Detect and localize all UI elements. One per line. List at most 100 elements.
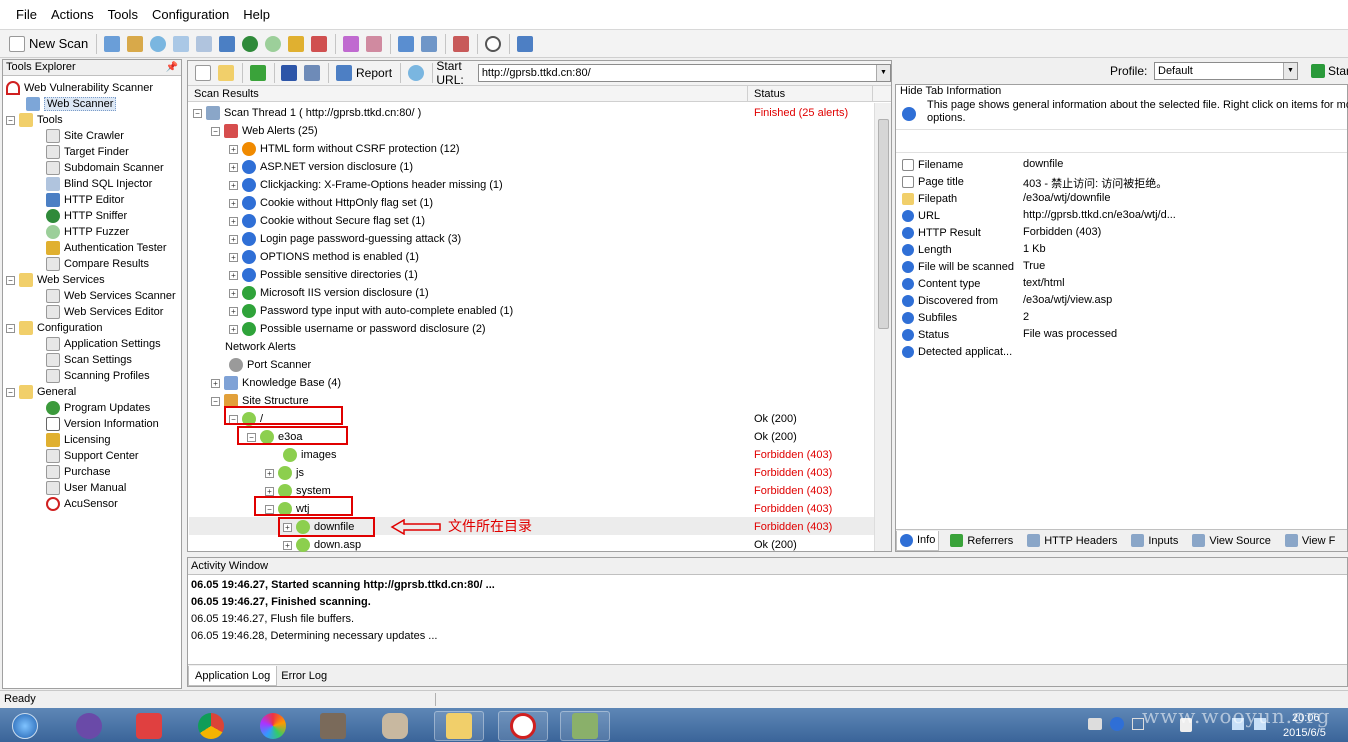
tab-application-log[interactable]: Application Log [188, 665, 278, 686]
tool-settings-button[interactable] [395, 33, 417, 55]
tree-item-licensing[interactable]: Licensing [46, 432, 110, 448]
expand-toggle[interactable]: + [265, 486, 274, 496]
alert-row[interactable]: + Possible username or password disclosur… [229, 321, 486, 337]
pin-icon[interactable]: 📌 [166, 60, 178, 75]
tree-item-user-manual[interactable]: User Manual [46, 480, 126, 496]
tool-profiles-button[interactable] [450, 33, 472, 55]
tool-sql-button[interactable] [193, 33, 215, 55]
help-tray-icon[interactable] [1110, 717, 1124, 731]
alert-row[interactable]: + ASP.NET version disclosure (1) [229, 159, 413, 175]
prop-content-type[interactable]: Content type [902, 275, 980, 292]
tool-editor-button[interactable] [216, 33, 238, 55]
expand-toggle[interactable]: + [229, 198, 238, 208]
expand-toggle[interactable]: + [229, 288, 238, 298]
tree-item-http-editor[interactable]: HTTP Editor [46, 192, 124, 208]
start-button[interactable] [4, 711, 46, 741]
alert-row[interactable]: + Microsoft IIS version disclosure (1) [229, 285, 429, 301]
alert-row[interactable]: + Cookie without HttpOnly flag set (1) [229, 195, 433, 211]
tree-item-authentication-tester[interactable]: Authentication Tester [46, 240, 167, 256]
port-scanner-row[interactable]: Port Scanner [229, 357, 311, 373]
tree-item-http-fuzzer[interactable]: HTTP Fuzzer [46, 224, 129, 240]
expand-toggle[interactable]: + [229, 306, 238, 316]
prop-length[interactable]: Length [902, 241, 952, 258]
expand-toggle[interactable]: + [229, 180, 238, 190]
tree-item-version-information[interactable]: Version Information [46, 416, 159, 432]
tab-info[interactable]: Info [896, 530, 940, 551]
taskbar-app-9[interactable] [560, 711, 610, 741]
tool-ws-editor-button[interactable] [363, 33, 385, 55]
alert-row[interactable]: + Login page password-guessing attack (3) [229, 231, 461, 247]
collapse-toggle[interactable]: − [6, 387, 15, 397]
alert-row[interactable]: + Cookie without Secure flag set (1) [229, 213, 425, 229]
tree-item-site-crawler[interactable]: Site Crawler [46, 128, 124, 144]
tree-item-application-settings[interactable]: Application Settings [46, 336, 161, 352]
tree-item-program-updates[interactable]: Program Updates [46, 400, 150, 416]
menu-configuration[interactable]: Configuration [152, 7, 229, 22]
tree-item-support-center[interactable]: Support Center [46, 448, 139, 464]
export-button[interactable] [301, 62, 323, 84]
tree-item-scanning-profiles[interactable]: Scanning Profiles [46, 368, 150, 384]
start-scan-button[interactable]: Star [1311, 64, 1348, 78]
collapse-toggle[interactable]: − [6, 275, 15, 285]
expand-toggle[interactable]: + [211, 378, 220, 388]
taskbar-app-4[interactable] [248, 711, 298, 741]
tab-view-source[interactable]: View Source [1189, 531, 1274, 551]
alert-row[interactable]: + Password type input with auto-complete … [229, 303, 513, 319]
tool-auth-button[interactable] [285, 33, 307, 55]
prop-discovered-from[interactable]: Discovered from [902, 292, 998, 309]
collapse-toggle[interactable]: − [193, 108, 202, 118]
report-button[interactable]: Report [333, 62, 395, 84]
collapse-toggle[interactable]: − [211, 396, 220, 406]
tree-item-web-services[interactable]: − Web Services [6, 272, 105, 288]
menu-file[interactable]: File [16, 7, 37, 22]
tool-search-button[interactable] [147, 33, 169, 55]
taskbar-app-2[interactable] [124, 711, 174, 741]
alert-row[interactable]: + HTML form without CSRF protection (12) [229, 141, 459, 157]
tree-item-web-services-editor[interactable]: Web Services Editor [46, 304, 163, 320]
expand-toggle[interactable]: + [229, 216, 238, 226]
taskbar-app-5[interactable] [308, 711, 358, 741]
tab-http-headers[interactable]: HTTP Headers [1024, 531, 1120, 551]
tree-item-subdomain-scanner[interactable]: Subdomain Scanner [46, 160, 164, 176]
tree-item-configuration[interactable]: − Configuration [6, 320, 102, 336]
prop-file-will-be-scanned[interactable]: File will be scanned [902, 258, 1014, 275]
knowledge-base-row[interactable]: + Knowledge Base (4) [211, 375, 341, 391]
web-alerts-row[interactable]: − Web Alerts (25) [211, 123, 318, 139]
tree-item-web-scanner[interactable]: Web Scanner [26, 96, 117, 112]
prop-http-result[interactable]: HTTP Result [902, 224, 981, 241]
menu-help[interactable]: Help [243, 7, 270, 22]
expand-toggle[interactable]: + [229, 270, 238, 280]
collapse-toggle[interactable]: − [6, 323, 15, 333]
new-button[interactable] [192, 62, 214, 84]
alert-row[interactable]: + Clickjacking: X-Frame-Options header mi… [229, 177, 503, 193]
tree-item-scan-settings[interactable]: Scan Settings [46, 352, 132, 368]
prop-subfiles[interactable]: Subfiles [902, 309, 957, 326]
expand-toggle[interactable]: + [283, 540, 292, 550]
site-node-down-asp[interactable]: + down.asp [283, 537, 361, 553]
site-node-js[interactable]: + js [265, 465, 304, 481]
taskbar-chrome[interactable] [186, 711, 236, 741]
taskbar-app-1[interactable] [64, 711, 114, 741]
tool-fuzzer-button[interactable] [262, 33, 284, 55]
open-button[interactable] [215, 62, 237, 84]
expand-toggle[interactable]: + [229, 162, 238, 172]
tree-item-http-sniffer[interactable]: HTTP Sniffer [46, 208, 127, 224]
vertical-scrollbar[interactable] [874, 103, 891, 551]
scan-thread-row[interactable]: − Scan Thread 1 ( http://gprsb.ttkd.cn:8… [193, 105, 421, 121]
tool-crawler-button[interactable] [101, 33, 123, 55]
hide-tab-info-link[interactable]: Hide Tab Information [900, 85, 1001, 97]
add-button[interactable] [247, 62, 269, 84]
chevron-down-icon[interactable]: ▼ [1283, 63, 1297, 79]
taskbar-acunetix[interactable] [498, 711, 548, 741]
alert-row[interactable]: + Possible sensitive directories (1) [229, 267, 418, 283]
column-status[interactable]: Status [748, 86, 873, 102]
prop-url[interactable]: URL [902, 207, 940, 224]
tool-compare-button[interactable] [308, 33, 330, 55]
tree-item-web-services-scanner[interactable]: Web Services Scanner [46, 288, 176, 304]
new-scan-button[interactable]: New Scan [6, 33, 91, 55]
collapse-toggle[interactable]: − [211, 126, 220, 136]
expand-toggle[interactable]: + [229, 234, 238, 244]
tool-ws-scanner-button[interactable] [340, 33, 362, 55]
tool-subdomain-button[interactable] [170, 33, 192, 55]
column-scan-results[interactable]: Scan Results [188, 86, 748, 102]
